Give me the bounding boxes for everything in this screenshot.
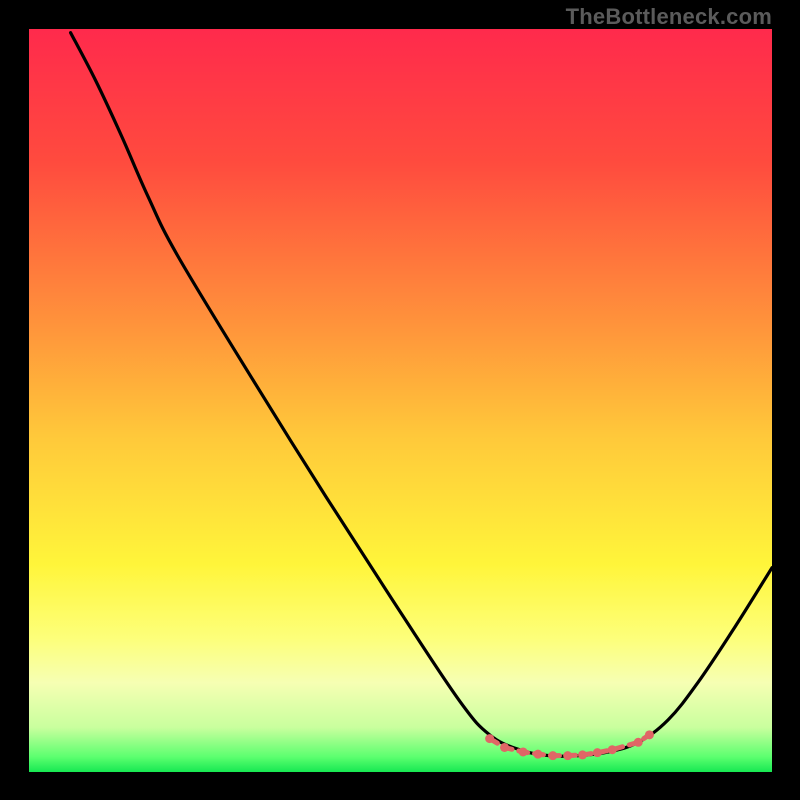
optimal-marker-dot <box>578 750 587 759</box>
watermark-text: TheBottleneck.com <box>566 4 772 30</box>
optimal-marker-dot <box>519 747 528 756</box>
optimal-marker-dot <box>533 750 542 759</box>
optimal-marker-dot <box>608 745 617 754</box>
optimal-marker-dot <box>500 743 509 752</box>
chart-svg <box>29 29 772 772</box>
chart-frame: TheBottleneck.com <box>0 0 800 800</box>
plot-area <box>29 29 772 772</box>
optimal-marker-dot <box>548 751 557 760</box>
optimal-marker-dot <box>563 751 572 760</box>
optimal-marker-dot <box>645 730 654 739</box>
optimal-marker-dot <box>634 738 643 747</box>
optimal-marker-dot <box>485 734 494 743</box>
gradient-background <box>29 29 772 772</box>
optimal-marker-dot <box>593 748 602 757</box>
